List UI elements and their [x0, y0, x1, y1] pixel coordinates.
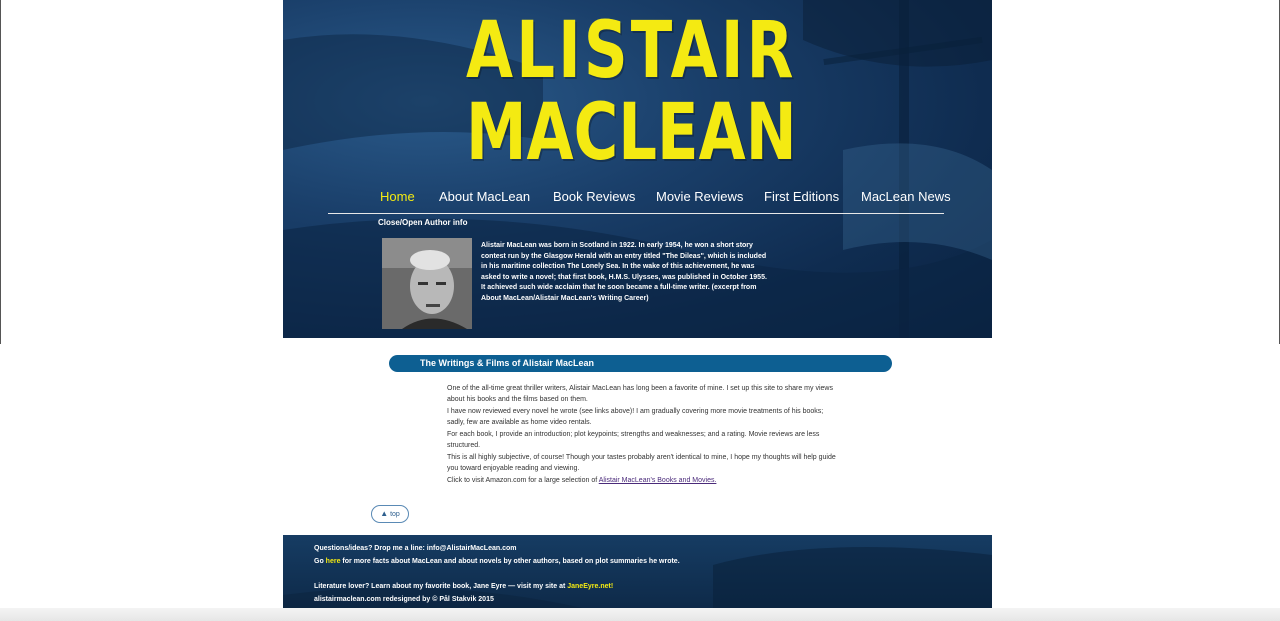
site-logo[interactable]: ALISTAIR MACLEAN	[466, 6, 797, 178]
amazon-link[interactable]: Alistair MacLean's Books and Movies.	[599, 477, 717, 484]
section-banner: The Writings & Films of Alistair MacLean	[389, 355, 892, 372]
nav-divider	[328, 213, 944, 214]
footer-credit: alistairmaclean.com redesigned by © Pål …	[314, 596, 494, 603]
triangle-up-icon: ▲	[380, 509, 389, 518]
nav-first-editions[interactable]: First Editions	[764, 189, 839, 204]
window-bottom-edge	[0, 608, 1280, 621]
intro-paragraph: One of the all-time great thriller write…	[447, 385, 833, 403]
author-portrait	[382, 238, 472, 329]
site-header: ALISTAIR MACLEAN Home About MacLean Book…	[283, 0, 992, 338]
footer-here-link[interactable]: here	[326, 558, 341, 565]
intro-paragraph: This is all highly subjective, of course…	[447, 454, 836, 472]
amazon-paragraph: Click to visit Amazon.com for a large se…	[447, 476, 837, 487]
footer-go-suffix: for more facts about MacLean and about n…	[340, 558, 680, 565]
back-to-top-button[interactable]: ▲ top	[371, 505, 409, 523]
nav-maclean-news[interactable]: MacLean News	[861, 189, 951, 204]
author-bio: Alistair MacLean was born in Scotland in…	[481, 242, 767, 302]
amazon-prefix: Click to visit Amazon.com for a large se…	[447, 477, 599, 484]
footer-literature-line: Literature lover? Learn about my favorit…	[314, 583, 613, 590]
back-to-top-label: top	[390, 511, 400, 518]
intro-paragraph: For each book, I provide an introduction…	[447, 431, 820, 449]
main-nav: Home About MacLean Book Reviews Movie Re…	[283, 189, 992, 207]
footer-contact: Questions/ideas? Drop me a line: info@Al…	[314, 545, 517, 552]
footer-janeeyre-link[interactable]: JaneEyre.net!	[567, 583, 613, 590]
nav-home[interactable]: Home	[380, 189, 415, 204]
footer-lit-prefix: Literature lover? Learn about my favorit…	[314, 583, 568, 590]
author-info-toggle[interactable]: Close/Open Author info	[378, 218, 467, 227]
nav-movie-reviews[interactable]: Movie Reviews	[656, 189, 743, 204]
logo-line-2: MACLEAN	[466, 88, 797, 178]
site-footer: Questions/ideas? Drop me a line: info@Al…	[283, 535, 992, 608]
portrait-illustration	[382, 238, 472, 329]
page: ALISTAIR MACLEAN Home About MacLean Book…	[283, 0, 992, 621]
logo-line-1: ALISTAIR	[466, 6, 797, 96]
footer-go-prefix: Go	[314, 558, 326, 565]
nav-about-maclean[interactable]: About MacLean	[439, 189, 530, 204]
intro-paragraph: I have now reviewed every novel he wrote…	[447, 408, 824, 426]
intro-content: One of the all-time great thriller write…	[447, 384, 837, 489]
footer-go-line: Go here for more facts about MacLean and…	[314, 558, 680, 565]
window-edge-left	[0, 0, 1, 344]
section-title: The Writings & Films of Alistair MacLean	[420, 358, 595, 368]
nav-book-reviews[interactable]: Book Reviews	[553, 189, 635, 204]
